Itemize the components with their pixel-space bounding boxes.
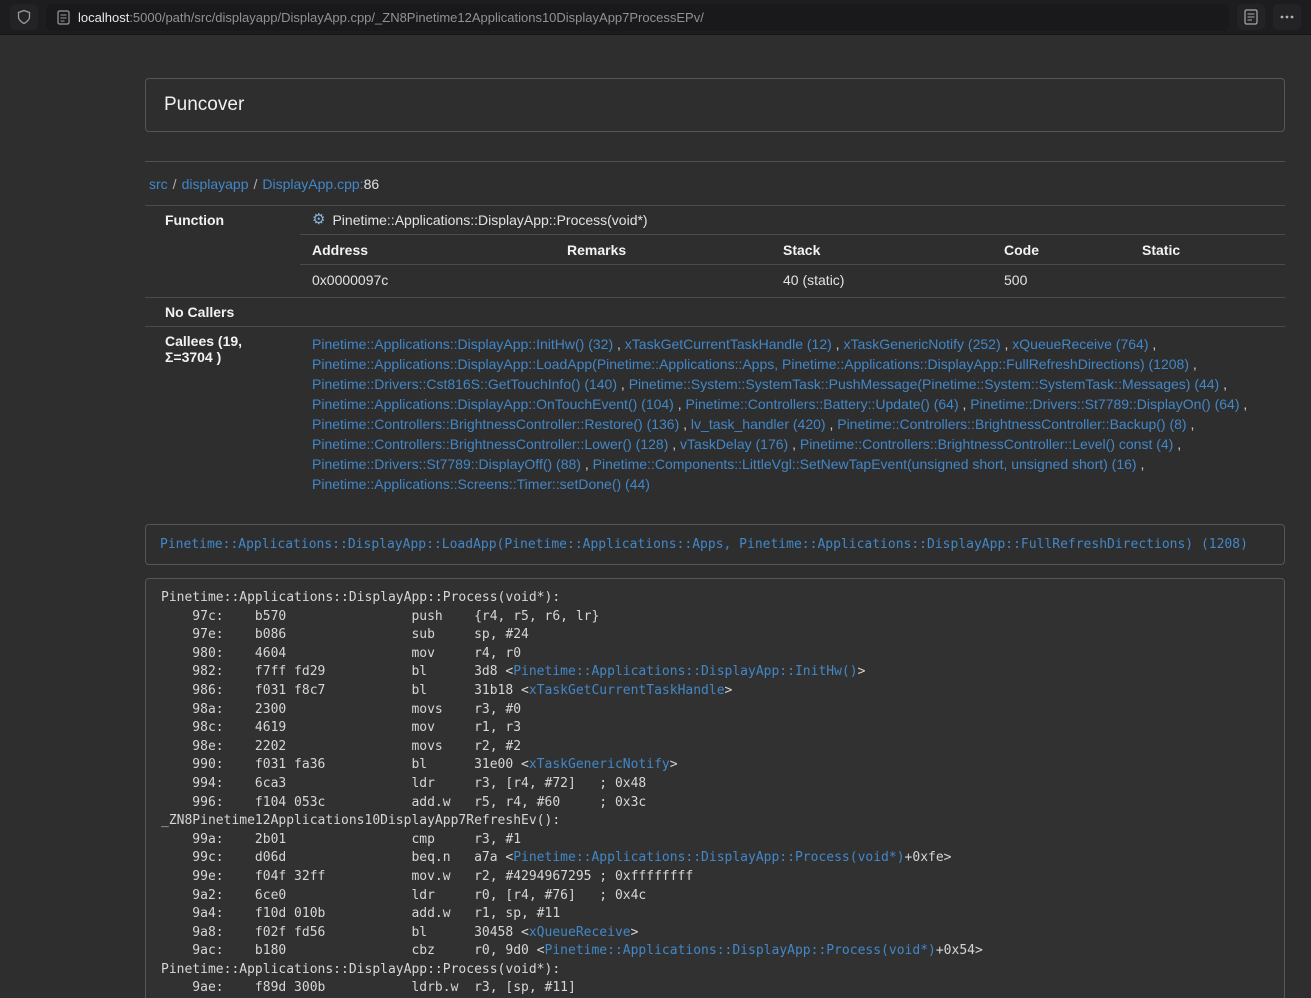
- col-header-address: Address: [300, 235, 567, 265]
- menu-icon: [1279, 9, 1295, 25]
- col-header-static: Static: [1142, 235, 1285, 265]
- callees-label: Callees (19, Σ=3704 ): [145, 327, 300, 503]
- callee-separator: ,: [613, 336, 625, 352]
- callee-link[interactable]: Pinetime::System::SystemTask::PushMessag…: [629, 376, 1220, 392]
- callee-link[interactable]: Pinetime::Controllers::BrightnessControl…: [312, 436, 668, 452]
- function-value: ⚙ Pinetime::Applications::DisplayApp::Pr…: [300, 206, 1285, 234]
- breadcrumb-separator: /: [173, 176, 177, 192]
- disassembly-block: Pinetime::Applications::DisplayApp::Proc…: [145, 578, 1285, 998]
- symbol-panel: Pinetime::Applications::DisplayApp::Load…: [145, 524, 1285, 565]
- url-host: localhost: [78, 10, 129, 25]
- url-bar[interactable]: localhost:5000/path/src/displayapp/Displ…: [46, 4, 1229, 31]
- callee-separator: ,: [1240, 396, 1248, 412]
- disassembly-symbol-link[interactable]: xQueueReceive: [529, 925, 631, 940]
- callee-separator: ,: [1189, 356, 1197, 372]
- breadcrumb-separator: /: [254, 176, 258, 192]
- callee-link[interactable]: lv_task_handler (420): [691, 416, 826, 432]
- function-label: Function: [145, 206, 300, 234]
- url-path: :5000/path/src/displayapp/DisplayApp.cpp…: [129, 10, 704, 25]
- shield-button[interactable]: [10, 4, 38, 30]
- disassembly-symbol-link[interactable]: Pinetime::Applications::DisplayApp::Proc…: [513, 850, 904, 865]
- disassembly-symbol-link[interactable]: Pinetime::Applications::DisplayApp::Proc…: [545, 943, 936, 958]
- disassembly-symbol-link[interactable]: xTaskGetCurrentTaskHandle: [529, 683, 725, 698]
- reader-mode-button[interactable]: [1237, 4, 1265, 30]
- callee-separator: ,: [668, 436, 680, 452]
- callee-link[interactable]: Pinetime::Drivers::Cst816S::GetTouchInfo…: [312, 376, 617, 392]
- stats-header-row: Address Remarks Stack Code Static: [300, 235, 1285, 265]
- callee-separator: ,: [1219, 376, 1227, 392]
- callee-link[interactable]: Pinetime::Applications::Screens::Timer::…: [312, 476, 650, 492]
- breadcrumb-link-src[interactable]: src: [149, 176, 168, 192]
- function-table: Function ⚙ Pinetime::Applications::Displ…: [145, 205, 1285, 503]
- no-callers-label: No Callers: [145, 298, 300, 326]
- stats-address: 0x0000097c: [300, 265, 567, 298]
- stats-data-row: 0x0000097c 40 (static) 500: [300, 265, 1285, 298]
- symbol-panel-title-link[interactable]: Pinetime::Applications::DisplayApp::Load…: [160, 537, 1248, 552]
- disassembly-symbol-link[interactable]: xTaskGenericNotify: [529, 757, 670, 772]
- callee-separator: ,: [832, 336, 844, 352]
- no-callers-row: No Callers: [145, 297, 1285, 326]
- stats-remarks: [567, 265, 783, 298]
- callee-separator: ,: [1137, 456, 1145, 472]
- callee-link[interactable]: Pinetime::Applications::DisplayApp::OnTo…: [312, 396, 674, 412]
- url-text: localhost:5000/path/src/displayapp/Displ…: [78, 10, 704, 25]
- callee-separator: ,: [674, 396, 686, 412]
- breadcrumb-link-displayapp[interactable]: displayapp: [182, 176, 249, 192]
- stats-label-empty: [145, 234, 300, 297]
- page-title: Puncover: [146, 79, 1284, 131]
- callee-link[interactable]: Pinetime::Controllers::BrightnessControl…: [837, 416, 1186, 432]
- callee-separator: ,: [1173, 436, 1181, 452]
- callee-separator: ,: [581, 456, 593, 472]
- callee-link[interactable]: Pinetime::Applications::DisplayApp::Init…: [312, 336, 613, 352]
- breadcrumb-link-file[interactable]: DisplayApp.cpp:: [262, 176, 363, 192]
- content-container: Puncover src/displayapp/DisplayApp.cpp:8…: [145, 78, 1285, 998]
- callee-separator: ,: [1001, 336, 1013, 352]
- callees-list: Pinetime::Applications::DisplayApp::Init…: [300, 327, 1285, 503]
- callee-separator: ,: [1187, 416, 1195, 432]
- browser-chrome: localhost:5000/path/src/displayapp/Displ…: [0, 0, 1311, 35]
- callee-link[interactable]: xTaskGetCurrentTaskHandle (12): [625, 336, 832, 352]
- app-title-panel: Puncover: [145, 78, 1285, 132]
- callee-link[interactable]: Pinetime::Controllers::BrightnessControl…: [312, 416, 679, 432]
- stats-value: Address Remarks Stack Code Static 0x0000…: [300, 234, 1285, 297]
- col-header-remarks: Remarks: [567, 235, 783, 265]
- divider: [145, 161, 1285, 162]
- callee-link[interactable]: xQueueReceive (764): [1012, 336, 1148, 352]
- callee-link[interactable]: Pinetime::Drivers::St7789::DisplayOn() (…: [970, 396, 1239, 412]
- callee-link[interactable]: xTaskGenericNotify (252): [843, 336, 1000, 352]
- callee-link[interactable]: Pinetime::Controllers::Battery::Update()…: [686, 396, 959, 412]
- breadcrumb-line-number: 86: [364, 176, 380, 192]
- stats-row-wrapper: Address Remarks Stack Code Static 0x0000…: [145, 234, 1285, 297]
- stats-static: [1142, 265, 1285, 298]
- function-row: Function ⚙ Pinetime::Applications::Displ…: [145, 206, 1285, 234]
- col-header-code: Code: [1004, 235, 1142, 265]
- callee-link[interactable]: Pinetime::Applications::DisplayApp::Load…: [312, 356, 1189, 372]
- page-icon: [57, 10, 70, 25]
- stats-stack: 40 (static): [783, 265, 1004, 298]
- function-name: Pinetime::Applications::DisplayApp::Proc…: [332, 212, 647, 228]
- stats-code: 500: [1004, 265, 1142, 298]
- col-header-stack: Stack: [783, 235, 1004, 265]
- disassembly-symbol-link[interactable]: Pinetime::Applications::DisplayApp::Init…: [513, 664, 857, 679]
- callee-link[interactable]: vTaskDelay (176): [680, 436, 788, 452]
- callee-separator: ,: [1148, 336, 1156, 352]
- reader-mode-icon: [1244, 9, 1258, 25]
- callee-link[interactable]: Pinetime::Components::LittleVgl::SetNewT…: [593, 456, 1137, 472]
- callee-separator: ,: [679, 416, 691, 432]
- callee-separator: ,: [617, 376, 629, 392]
- callee-link[interactable]: Pinetime::Drivers::St7789::DisplayOff() …: [312, 456, 581, 472]
- shield-icon: [16, 9, 32, 25]
- callee-separator: ,: [788, 436, 800, 452]
- callee-separator: ,: [959, 396, 971, 412]
- gear-icon: ⚙: [312, 212, 325, 227]
- menu-button[interactable]: [1273, 4, 1301, 30]
- breadcrumb: src/displayapp/DisplayApp.cpp:86: [149, 176, 1285, 192]
- no-callers-value: [300, 298, 1285, 326]
- callee-link[interactable]: Pinetime::Controllers::BrightnessControl…: [800, 436, 1173, 452]
- stats-table: Address Remarks Stack Code Static 0x0000…: [300, 235, 1285, 297]
- callees-row: Callees (19, Σ=3704 ) Pinetime::Applicat…: [145, 326, 1285, 503]
- callee-separator: ,: [826, 416, 838, 432]
